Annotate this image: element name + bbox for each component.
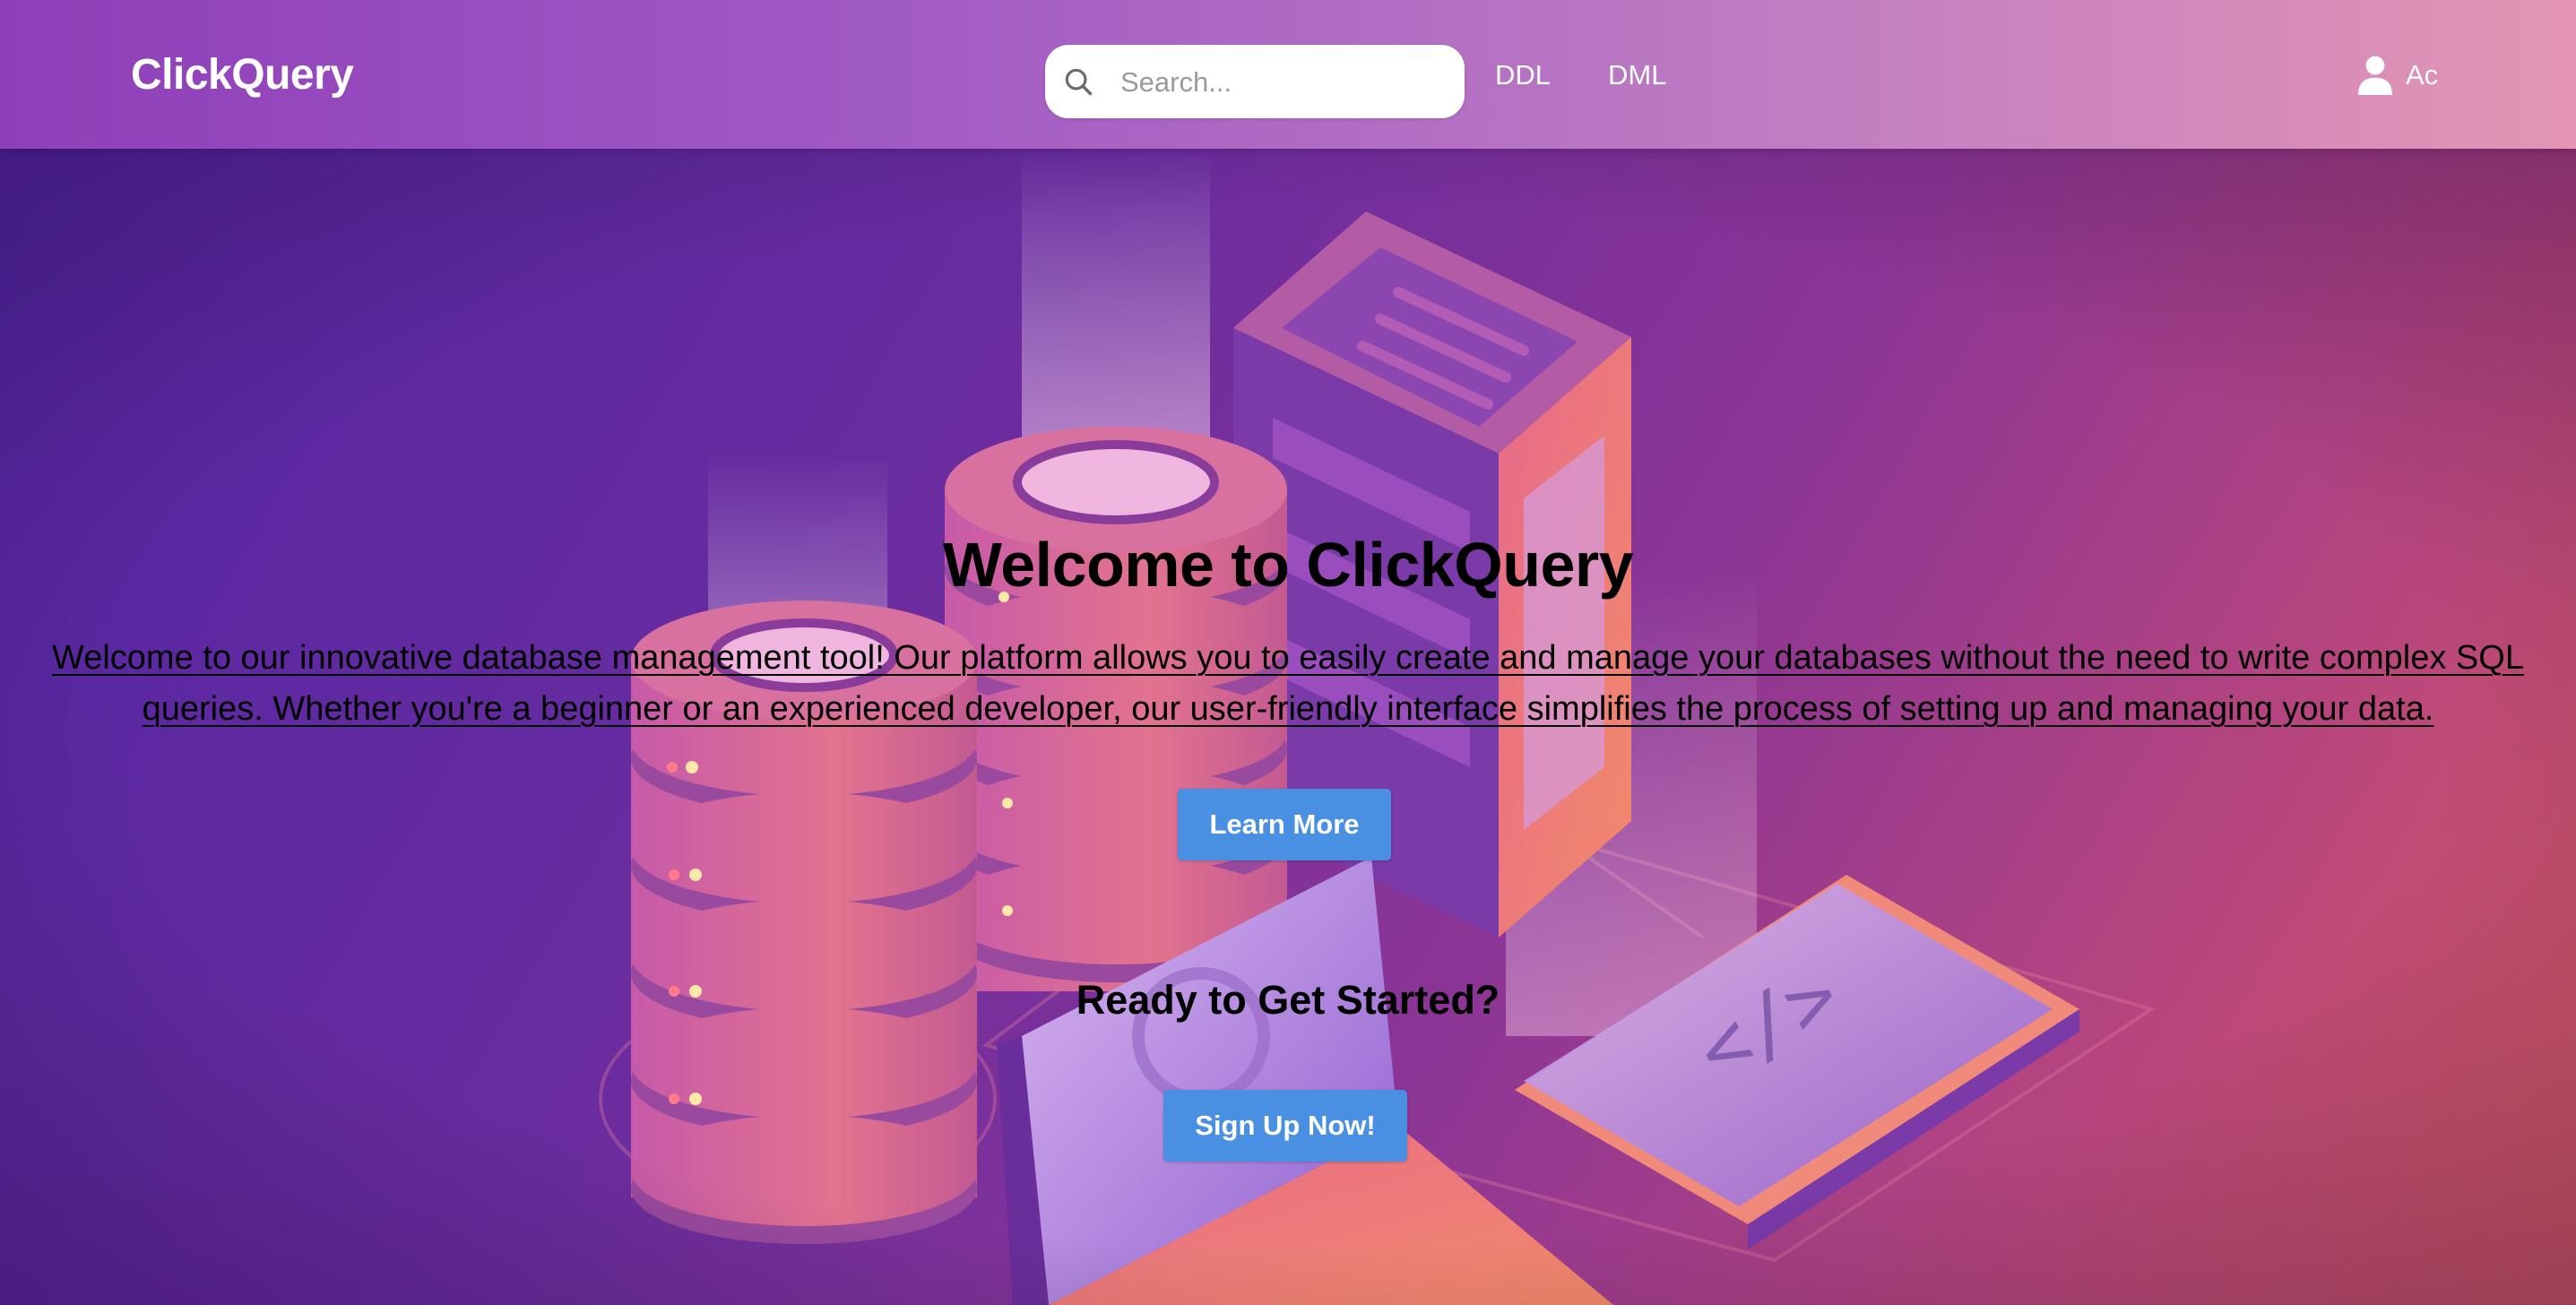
search-input[interactable]	[1119, 45, 1454, 120]
cta-title: Ready to Get Started?	[1076, 977, 1500, 1023]
hero-section: </> Welcome to ClickQuery Welcome to our…	[0, 149, 2576, 1305]
sign-up-button[interactable]: Sign Up Now!	[1163, 1090, 1407, 1162]
user-icon	[2358, 56, 2392, 95]
nav-link-dml[interactable]: DML	[1608, 59, 1666, 91]
account-menu[interactable]: Ac	[2357, 54, 2438, 97]
navbar: ClickQuery DDL DML Ac	[0, 0, 2576, 149]
brand-logo[interactable]: ClickQuery	[131, 50, 354, 99]
hero-title: Welcome to ClickQuery	[942, 530, 1634, 600]
hero-description: Welcome to our innovative database manag…	[52, 639, 2524, 728]
nav-link-ddl[interactable]: DDL	[1495, 59, 1551, 91]
learn-more-button[interactable]: Learn More	[1178, 789, 1391, 860]
hero-content: Welcome to ClickQuery Welcome to our inn…	[0, 149, 2576, 1305]
account-label: Ac	[2406, 59, 2439, 91]
search-box[interactable]	[1045, 45, 1465, 120]
search-icon	[1065, 68, 1093, 96]
